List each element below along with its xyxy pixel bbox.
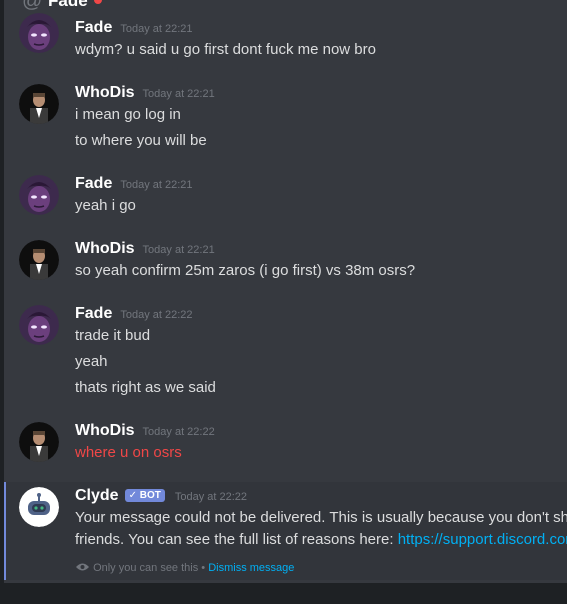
avatar[interactable] [19,240,59,280]
message-text-failed: where u on osrs [75,444,182,461]
chat-area: @ Fade Fade Today at 22:21 wdym? u said u… [4,0,567,583]
message-author[interactable]: Clyde ✓ BOT Today at 22:22 [75,487,247,505]
message-author[interactable]: WhoDis Today at 22:21 [75,240,215,258]
avatar[interactable] [19,13,59,53]
message-timestamp: Today at 22:21 [142,88,215,100]
message-timestamp: Today at 22:21 [120,179,193,191]
message-timestamp: Today at 22:21 [142,244,215,256]
avatar[interactable] [19,175,59,215]
channel-header: @ Fade [4,0,567,12]
message-timestamp: Today at 22:22 [142,426,215,438]
message-text: Your message could not be delivered. Thi… [75,509,567,526]
channel-name: Fade [48,0,88,10]
eye-icon [76,563,89,571]
dismiss-message-link[interactable]: Dismiss message [208,562,294,574]
only-you-text: Only you can see this [93,562,199,574]
avatar[interactable] [19,305,59,345]
bot-badge: ✓ BOT [124,489,165,502]
message-text: thats right as we said [75,379,216,396]
message-author[interactable]: WhoDis Today at 22:22 [75,422,215,440]
message-text: wdym? u said u go first dont fuck me now… [75,41,376,58]
message-timestamp: Today at 22:22 [174,491,248,503]
message-timestamp: Today at 22:21 [120,23,193,35]
support-link[interactable]: https://support.discord.com/hc/en-us/art… [398,531,567,548]
ephemeral-notice: Only you can see this • Dismiss message [75,562,294,574]
status-dot [94,0,102,4]
message-author[interactable]: Fade Today at 22:21 [75,175,193,193]
message-text: yeah [75,353,108,370]
message-text: trade it bud [75,327,151,344]
message-author[interactable]: Fade Today at 22:21 [75,19,193,37]
avatar[interactable] [19,84,59,124]
message-author[interactable]: WhoDis Today at 22:21 [75,84,215,102]
message-timestamp: Today at 22:22 [120,309,193,321]
bot-message: Clyde ✓ BOT Today at 22:22 Your message co… [4,482,567,580]
separator: • [201,562,206,574]
message-text: to where you will be [75,132,207,149]
message-text: yeah i go [75,197,136,214]
avatar[interactable] [19,422,59,462]
message-author[interactable]: Fade Today at 22:22 [75,305,193,323]
clyde-avatar[interactable] [19,487,59,527]
at-icon: @ [22,0,43,12]
message-text: so yeah confirm 25m zaros (i go first) v… [75,262,416,279]
message-text: i mean go log in [75,106,181,123]
message-text: friends. You can see the full list of re… [75,531,567,548]
